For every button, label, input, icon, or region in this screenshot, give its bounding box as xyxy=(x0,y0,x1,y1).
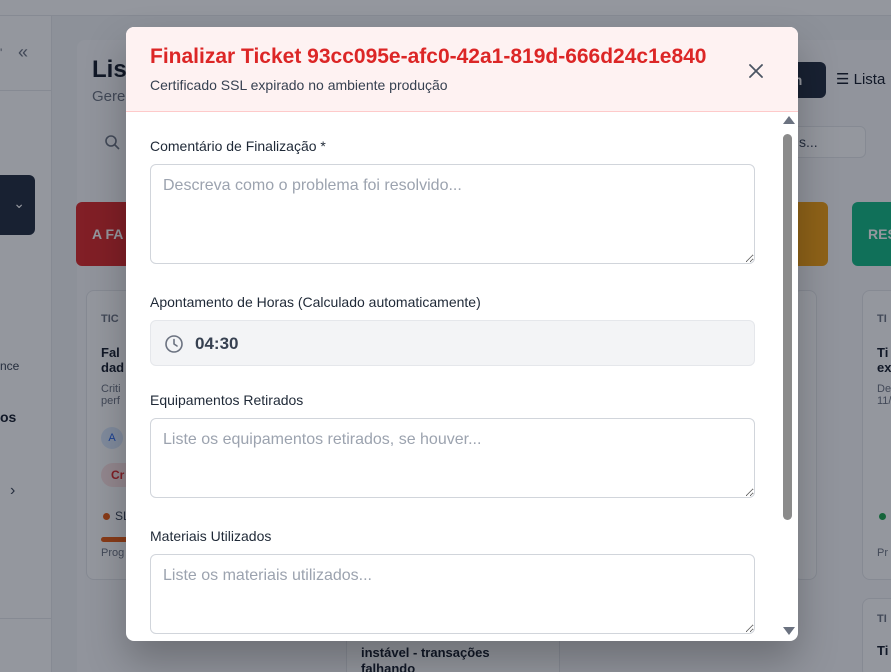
clock-icon xyxy=(165,335,183,353)
modal-subtitle: Certificado SSL expirado no ambiente pro… xyxy=(150,77,448,93)
modal-header: Finalizar Ticket 93cc095e-afc0-42a1-819d… xyxy=(126,27,798,112)
hours-value: 04:30 xyxy=(195,334,239,353)
finalize-ticket-modal: Finalizar Ticket 93cc095e-afc0-42a1-819d… xyxy=(126,27,798,641)
materials-label: Materiais Utilizados xyxy=(150,528,272,544)
equipment-textarea[interactable] xyxy=(150,418,755,498)
comment-label: Comentário de Finalização * xyxy=(150,138,326,154)
close-icon[interactable] xyxy=(742,57,770,85)
modal-title: Finalizar Ticket 93cc095e-afc0-42a1-819d… xyxy=(150,45,707,68)
scroll-up-arrow-icon[interactable] xyxy=(783,116,795,124)
modal-scrollbar[interactable] xyxy=(781,112,795,641)
comment-textarea[interactable] xyxy=(150,164,755,264)
materials-textarea[interactable] xyxy=(150,554,755,634)
scroll-down-arrow-icon[interactable] xyxy=(783,627,795,635)
hours-label: Apontamento de Horas (Calculado automati… xyxy=(150,294,481,310)
modal-body: Comentário de Finalização * Apontamento … xyxy=(126,112,798,641)
hours-field: 04:30 xyxy=(150,320,755,366)
scrollbar-thumb[interactable] xyxy=(783,134,792,520)
equipment-label: Equipamentos Retirados xyxy=(150,392,304,408)
